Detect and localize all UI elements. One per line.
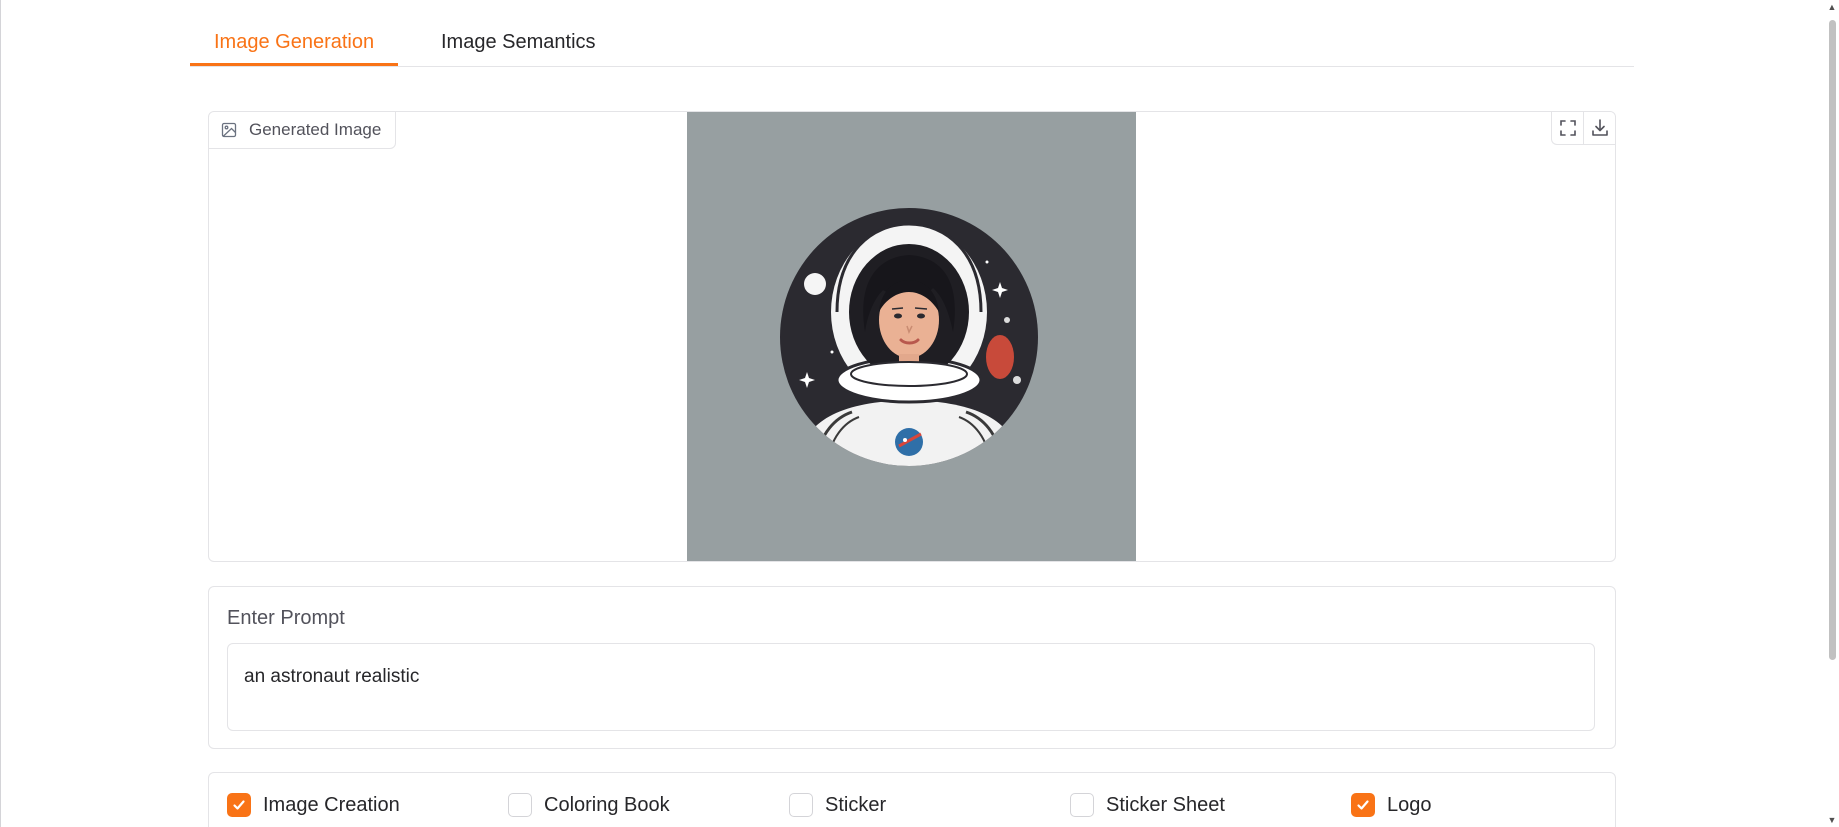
panel-label: Generated Image [209,112,397,149]
fullscreen-icon [1559,120,1576,136]
option-sticker[interactable]: Sticker [789,792,886,818]
checkbox-image-creation[interactable] [227,793,251,817]
prompt-label: Enter Prompt [227,607,345,629]
option-label: Coloring Book [544,793,670,816]
tab-image-generation[interactable]: Image Generation [190,12,399,66]
option-sticker-sheet[interactable]: Sticker Sheet [1070,792,1225,818]
generated-image [687,112,1136,561]
check-icon [233,800,245,810]
prompt-input[interactable]: an astronaut realistic [227,643,1595,731]
option-label: Image Creation [263,793,400,816]
checkbox-coloring-book[interactable] [508,793,532,817]
option-logo[interactable]: Logo [1351,792,1432,818]
options-row: Image Creation Coloring Book Sticker Sti… [208,772,1616,827]
page-scrollbar[interactable]: ▲ ▼ [1825,0,1839,827]
image-icon [221,122,237,138]
checkbox-sticker-sheet[interactable] [1070,793,1094,817]
prompt-block: Enter Prompt an astronaut realistic [208,586,1616,749]
option-label: Logo [1387,793,1432,816]
scroll-thumb[interactable] [1829,20,1836,660]
panel-label-text: Generated Image [249,120,382,139]
download-icon [1591,119,1608,136]
checkbox-sticker[interactable] [789,793,813,817]
tab-image-semantics[interactable]: Image Semantics [417,12,620,65]
generated-image-panel: Generated Image [208,111,1616,562]
astronaut-illustration [687,112,1136,561]
check-icon [1357,800,1369,810]
image-actions [1551,112,1615,145]
option-coloring-book[interactable]: Coloring Book [508,792,670,818]
tab-bar: Image Generation Image Semantics [190,12,1634,67]
app-page: Image Generation Image Semantics Generat… [0,0,1839,827]
scroll-up-icon[interactable]: ▲ [1827,2,1837,12]
checkbox-logo[interactable] [1351,793,1375,817]
download-button[interactable] [1583,112,1615,144]
scroll-down-icon[interactable]: ▼ [1827,815,1837,825]
option-image-creation[interactable]: Image Creation [227,792,400,818]
option-label: Sticker [825,793,887,816]
window-edge [0,0,1,827]
fullscreen-button[interactable] [1552,112,1583,144]
option-label: Sticker Sheet [1106,793,1225,816]
